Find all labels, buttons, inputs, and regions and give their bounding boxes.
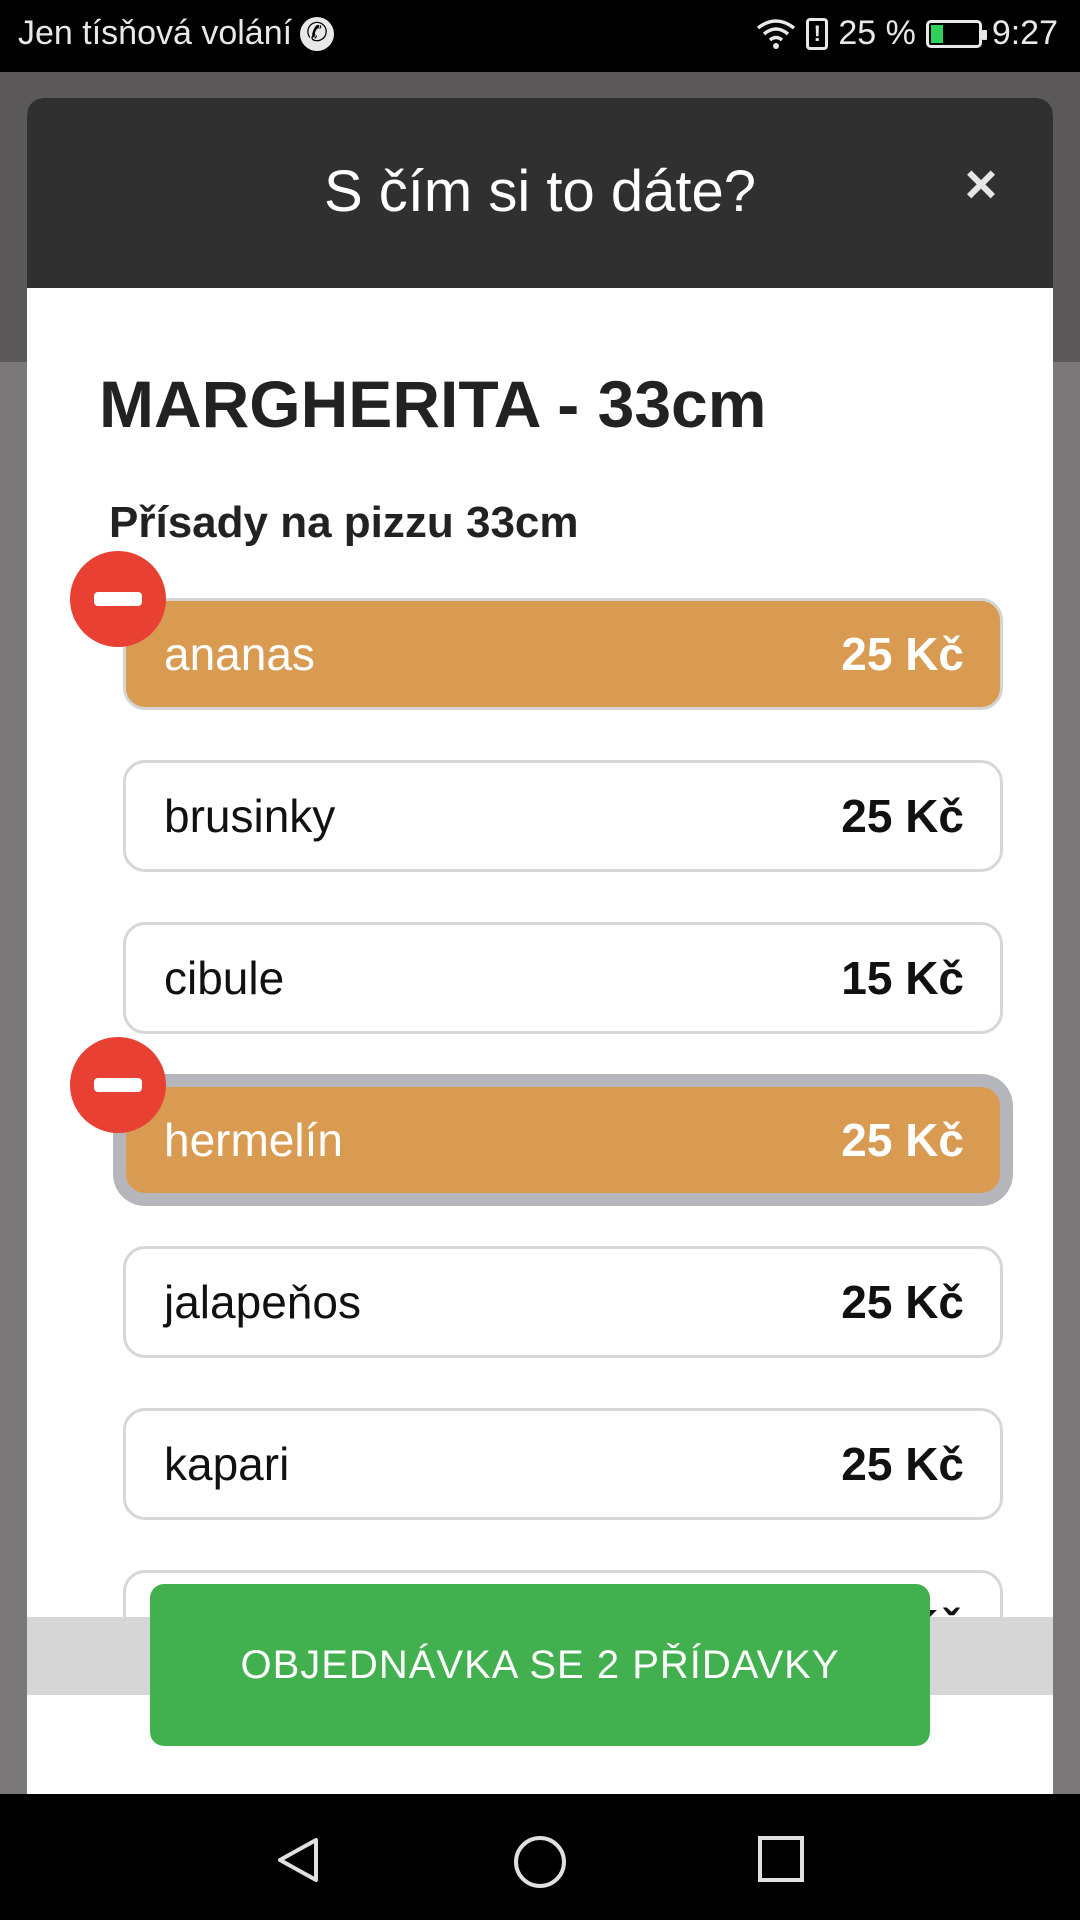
topping-price: 25 Kč: [841, 1114, 964, 1166]
clock: 9:27: [991, 14, 1058, 52]
topping-option[interactable]: ananas 25 Kč: [123, 598, 1003, 710]
topping-price: 15 Kč: [841, 952, 964, 1004]
modal-title: S čím si to dáte?: [324, 159, 756, 224]
phone-icon: [300, 16, 335, 51]
back-icon[interactable]: [272, 1834, 324, 1886]
wifi-icon: [757, 18, 796, 49]
topping-option[interactable]: kapari 25 Kč: [123, 1408, 1003, 1520]
app-screen: Jen tísňová volání ! 25 % 9:27 S čím si …: [0, 0, 1080, 1920]
home-icon[interactable]: [512, 1834, 568, 1890]
topping-price: 25 Kč: [841, 1438, 964, 1490]
topping-option[interactable]: hermelín 25 Kč: [123, 1084, 1003, 1196]
topping-name: brusinky: [164, 790, 336, 842]
minus-icon: [94, 592, 142, 606]
status-left: Jen tísňová volání: [18, 14, 335, 53]
minus-icon: [94, 1078, 142, 1092]
topping-name: ananas: [164, 628, 315, 680]
topping-option[interactable]: jalapeňos 25 Kč: [123, 1246, 1003, 1358]
remove-topping-button[interactable]: [70, 1037, 166, 1133]
topping-name: cibule: [164, 952, 285, 1004]
status-right: ! 25 % 9:27: [756, 14, 1058, 53]
status-bar: Jen tísňová volání ! 25 % 9:27: [0, 0, 1080, 72]
alert-icon: !: [806, 17, 829, 50]
topping-option[interactable]: brusinky 25 Kč: [123, 760, 1003, 872]
topping-name: hermelín: [164, 1114, 343, 1166]
order-button[interactable]: OBJEDNÁVKA SE 2 PŘÍDAVKY: [150, 1584, 930, 1746]
recents-icon[interactable]: [756, 1834, 806, 1884]
battery-percent: 25 %: [838, 14, 916, 52]
carrier-text: Jen tísňová volání: [18, 14, 293, 52]
product-title: MARGHERITA - 33cm: [99, 367, 767, 441]
topping-price: 25 Kč: [841, 628, 964, 680]
navigation-bar: [0, 1794, 1080, 1920]
topping-name: kapari: [164, 1438, 290, 1490]
topping-price: 25 Kč: [841, 790, 964, 842]
remove-topping-button[interactable]: [70, 551, 166, 647]
battery-fill: [930, 24, 944, 43]
topping-option[interactable]: cibule 15 Kč: [123, 922, 1003, 1034]
addons-modal: S čím si to dáte? × MARGHERITA - 33cm Př…: [27, 98, 1053, 1798]
close-button[interactable]: ×: [957, 156, 1005, 212]
topping-name: jalapeňos: [164, 1276, 361, 1328]
section-title: Přísady na pizzu 33cm: [109, 498, 579, 547]
modal-header: S čím si to dáte? ×: [27, 98, 1053, 288]
topping-price: 25 Kč: [841, 1276, 964, 1328]
battery-icon: [925, 19, 987, 48]
